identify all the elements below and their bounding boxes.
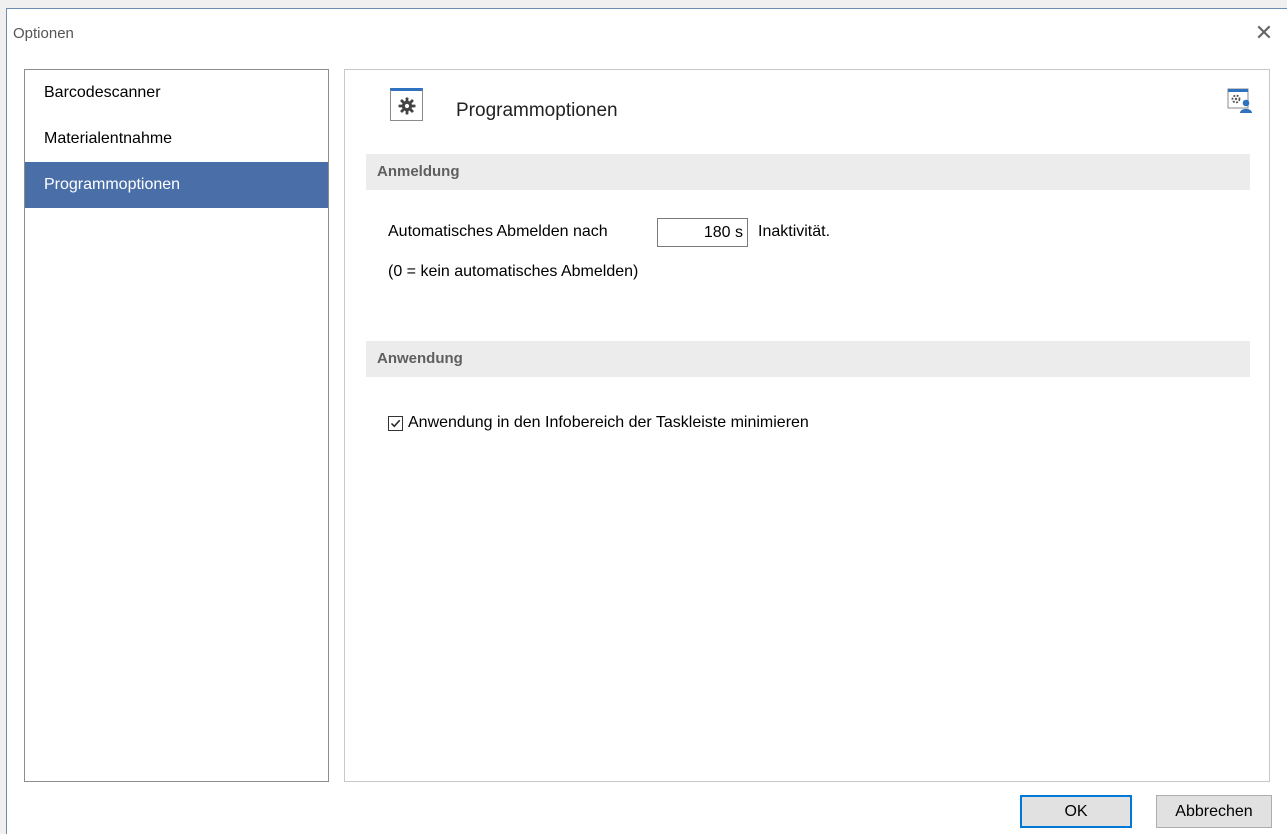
section-header-login: Anmeldung [366, 154, 1250, 190]
cancel-button[interactable]: Abbrechen [1156, 795, 1272, 828]
timeout-suffix-label: Inaktivität. [758, 223, 831, 240]
close-button[interactable]: ✕ [1241, 9, 1287, 57]
minimize-to-tray-option[interactable]: Anwendung in den Infobereich der Tasklei… [388, 414, 809, 432]
user-settings-icon[interactable] [1226, 86, 1254, 114]
nav-item-programmoptionen[interactable]: Programmoptionen [25, 162, 328, 208]
content-panel: Programmoptionen Anmeldung Automatisches… [344, 69, 1270, 782]
title-bar: Optionen ✕ [7, 9, 1287, 57]
minimize-to-tray-checkbox[interactable] [388, 415, 403, 431]
section-header-app: Anwendung [366, 341, 1250, 377]
options-dialog: Optionen ✕ Barcodescanner Materialentnah… [6, 8, 1287, 834]
options-nav: Barcodescanner Materialentnahme Programm… [24, 69, 329, 782]
nav-item-materialentnahme[interactable]: Materialentnahme [25, 116, 328, 162]
checkmark-icon [390, 419, 401, 427]
ok-button[interactable]: OK [1020, 795, 1132, 828]
window-title: Optionen [13, 25, 74, 42]
close-icon: ✕ [1254, 20, 1274, 45]
gear-icon [390, 88, 423, 121]
page-title: Programmoptionen [456, 100, 618, 121]
minimize-to-tray-label: Anwendung in den Infobereich der Tasklei… [408, 414, 809, 431]
timeout-input[interactable] [657, 218, 748, 247]
nav-item-barcodescanner[interactable]: Barcodescanner [25, 70, 328, 116]
nav-item-label: Programmoptionen [44, 176, 181, 193]
nav-item-label: Barcodescanner [44, 84, 161, 101]
timeout-hint: (0 = kein automatisches Abmelden) [388, 263, 639, 280]
timeout-prefix-label: Automatisches Abmelden nach [388, 223, 608, 240]
nav-item-label: Materialentnahme [44, 130, 173, 147]
